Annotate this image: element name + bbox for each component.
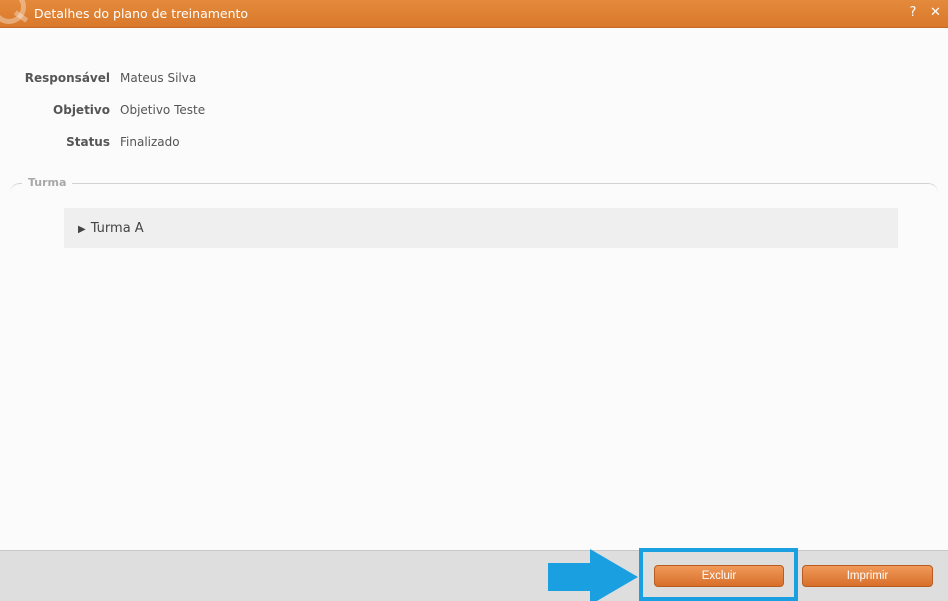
turma-group: ▶ Turma A (64, 208, 898, 248)
expand-triangle-icon: ▶ (78, 224, 86, 235)
detail-row-status: Status Finalizado (0, 135, 180, 151)
title-actions: ? ✕ (908, 5, 941, 20)
dialog-title: Detalhes do plano de treinamento (34, 6, 249, 21)
detail-label: Responsável (24, 71, 110, 85)
help-icon[interactable]: ? (908, 5, 918, 20)
detail-label: Status (66, 135, 110, 149)
delete-button[interactable]: Excluir (654, 565, 784, 587)
detail-value: Mateus Silva (120, 71, 197, 85)
detail-value: Finalizado (120, 135, 180, 149)
turma-group-toggle[interactable]: ▶ Turma A (78, 221, 144, 236)
print-button[interactable]: Imprimir (802, 565, 933, 587)
turma-legend: Turma (22, 176, 73, 189)
dialog-footer: Excluir Imprimir (0, 548, 948, 601)
detail-row-objetivo: Objetivo Objetivo Teste (0, 103, 205, 119)
turma-fieldset-border (10, 183, 938, 203)
detail-label: Objetivo (53, 103, 110, 117)
dialog-content: Responsável Mateus Silva Objetivo Objeti… (0, 28, 948, 550)
detail-value: Objetivo Teste (120, 103, 206, 117)
turma-group-label: Turma A (90, 221, 144, 236)
arrow-annotation-icon (548, 549, 638, 601)
dialog-titlebar: Detalhes do plano de treinamento ? ✕ (0, 0, 948, 28)
detail-row-responsavel: Responsável Mateus Silva (0, 71, 196, 87)
close-icon[interactable]: ✕ (930, 5, 941, 20)
